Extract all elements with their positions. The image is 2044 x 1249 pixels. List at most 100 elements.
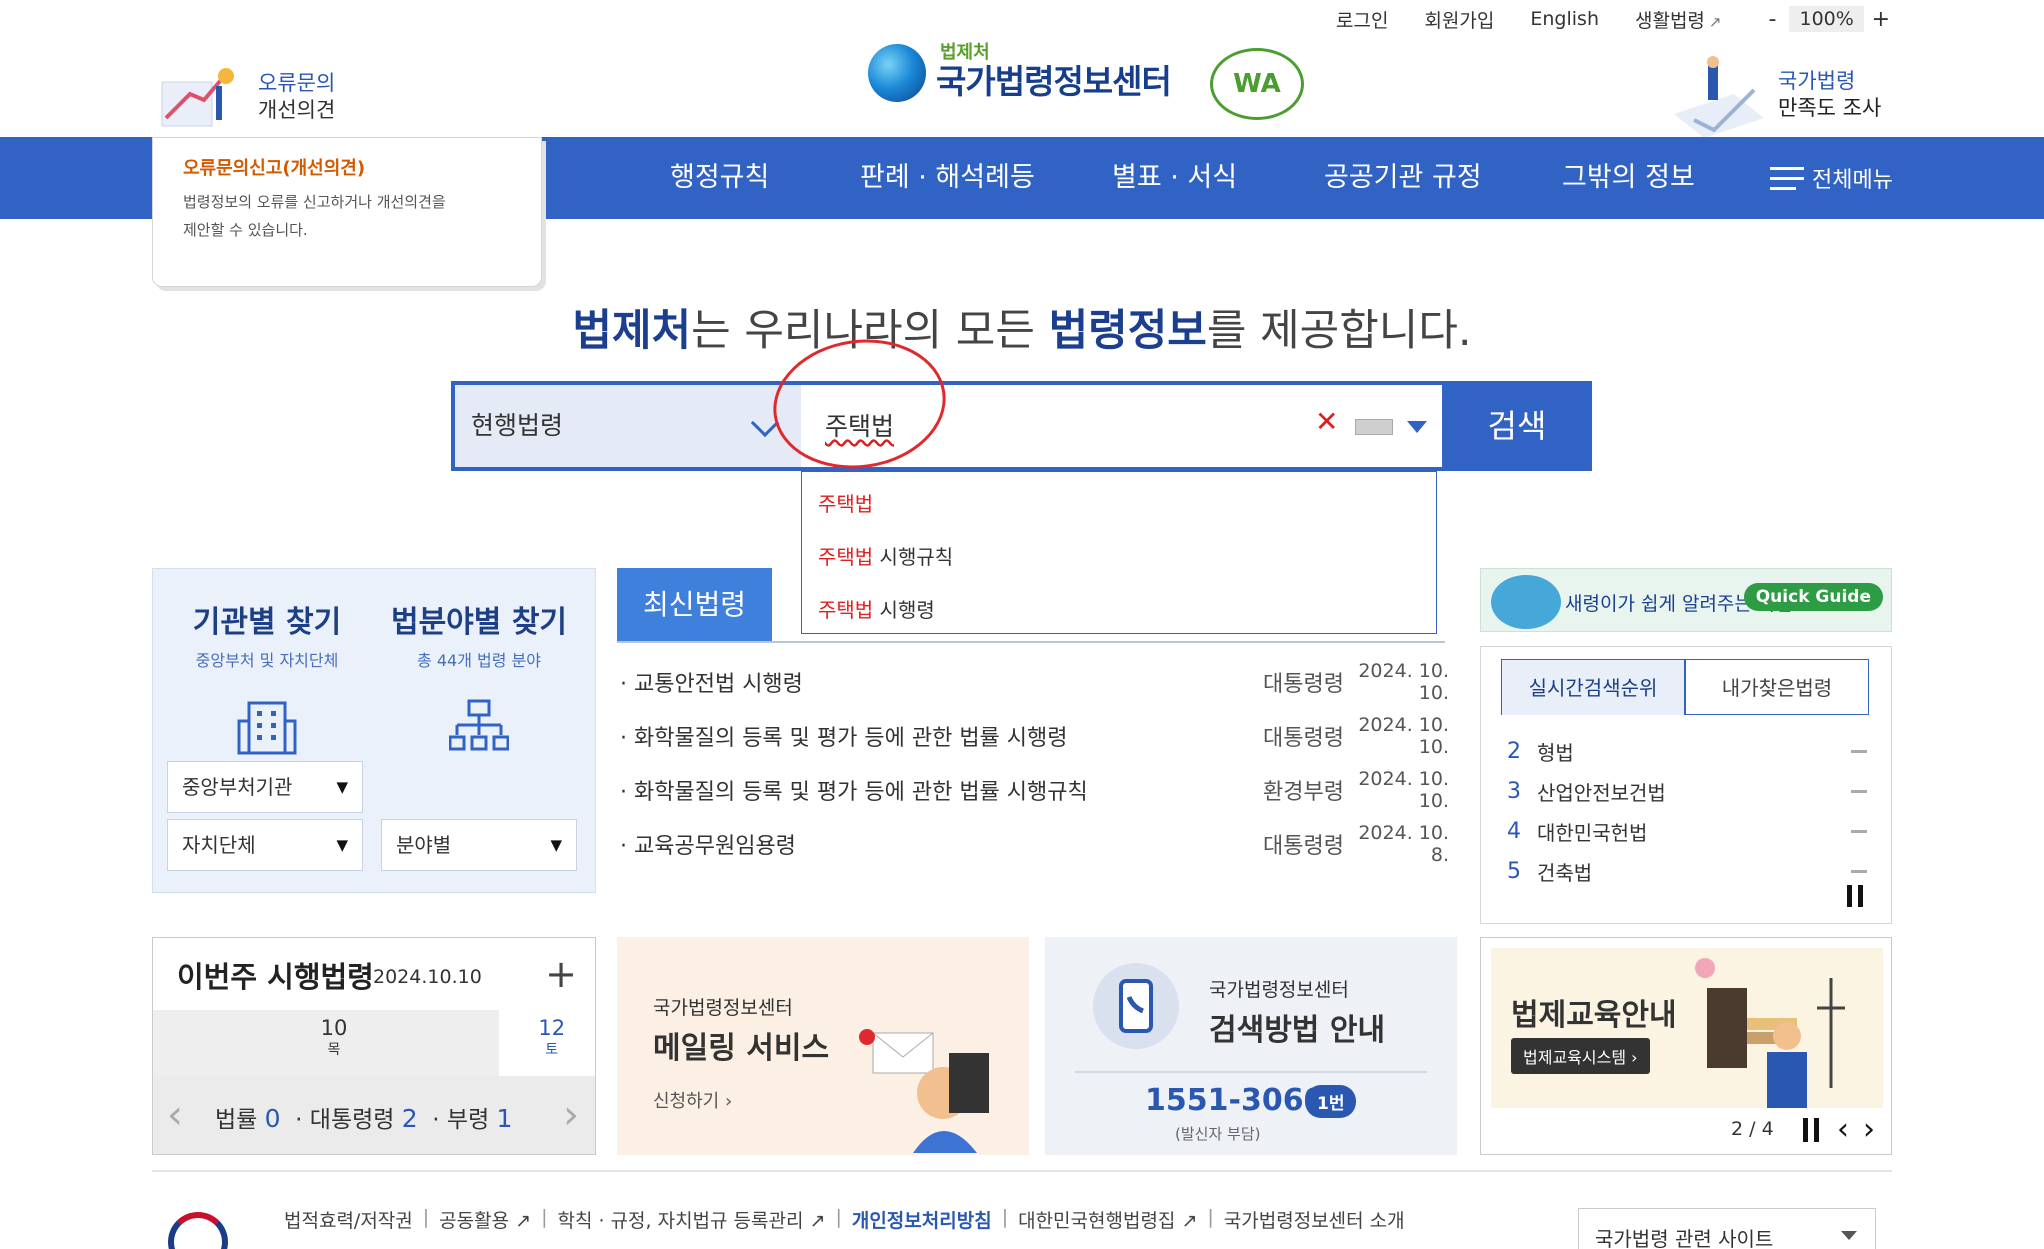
education-system-label: 법제교육시스템: [1523, 1048, 1627, 1067]
chevron-left-icon[interactable]: ‹: [1837, 1112, 1849, 1147]
this-week-date: 2024.10.10: [373, 966, 482, 988]
education-system-button[interactable]: 법제교육시스템 ›: [1511, 1038, 1650, 1074]
nav-public-rules[interactable]: 공공기관 규정: [1324, 137, 1482, 219]
external-link-icon: ↗: [515, 1210, 532, 1232]
mailing-apply-link[interactable]: 신청하기 ›: [653, 1087, 732, 1113]
legal-education-banner: 법제교육안내 법제교육시스템 › 2 / 4 ‹ ›: [1480, 937, 1892, 1155]
survey-text: 국가법령 만족도 조사: [1778, 68, 1881, 122]
footer-link-label: 공동활용: [439, 1210, 510, 1232]
footer-link-privacy[interactable]: 개인정보처리방침: [852, 1206, 992, 1233]
english-link[interactable]: English: [1530, 8, 1599, 30]
law-title-text: 교통안전법 시행령: [634, 672, 803, 697]
building-icon: [237, 701, 297, 755]
clear-icon[interactable]: ✕: [1315, 405, 1338, 438]
footer-link-about[interactable]: 국가법령정보센터 소개: [1224, 1206, 1405, 1233]
logo-title: 국가법령정보센터: [936, 62, 1172, 101]
list-item[interactable]: · 교육공무원임용령 대통령령 2024. 10. 8.: [620, 817, 1450, 871]
search-bar: 현행법령 주택법 ✕ 검색: [451, 381, 1592, 471]
tab-my-laws[interactable]: 내가찾은법령: [1685, 659, 1869, 715]
error-report-tooltip: 오류문의신고(개선의견) 법령정보의 오류를 신고하거나 개선의견을 제안할 수…: [152, 137, 542, 287]
footer-link-copyright[interactable]: 법적효력/저작권: [284, 1206, 413, 1233]
all-menu-label: 전체메뉴: [1812, 168, 1893, 193]
ranking-item[interactable]: 5 건축법: [1507, 851, 1867, 891]
life-law-link[interactable]: 생활법령 ↗: [1635, 6, 1722, 33]
ranking-item[interactable]: 4 대한민국헌법: [1507, 811, 1867, 851]
footer-link-registration[interactable]: 학칙 · 규정, 자치법규 등록관리 ↗: [557, 1206, 825, 1233]
suggestion-rest: 시행규칙: [873, 545, 954, 569]
nav-other-info[interactable]: 그밖의 정보: [1562, 137, 1695, 219]
field-select-value: 분야별: [396, 833, 452, 857]
agency-finder[interactable]: 기관별 찾기 중앙부처 및 자치단체: [167, 597, 367, 761]
chevron-down-icon: [1841, 1231, 1857, 1240]
pres-label: 대통령령: [309, 1107, 395, 1133]
law-title: · 화학물질의 등록 및 평가 등에 관한 법률 시행규칙: [620, 780, 1088, 805]
all-menu-button[interactable]: 전체메뉴: [1770, 137, 1893, 219]
day-item[interactable]: 12 토: [516, 1010, 587, 1072]
phone-icon: [1093, 963, 1179, 1049]
hierarchy-icon: [448, 699, 510, 751]
zoom-in-button[interactable]: +: [1870, 7, 1892, 32]
chevron-left-icon[interactable]: ‹: [167, 1092, 183, 1138]
error-report-line1: 오류문의: [258, 71, 336, 95]
rank-change-icon: [1851, 829, 1867, 833]
rank-change-icon: [1851, 869, 1867, 873]
chevron-right-icon[interactable]: ›: [563, 1092, 579, 1138]
satisfaction-survey-link[interactable]: 국가법령 만족도 조사: [1662, 50, 1892, 140]
list-item[interactable]: · 화학물질의 등록 및 평가 등에 관한 법률 시행령 대통령령 2024. 10…: [620, 709, 1450, 763]
headline-text2: 를 제공합니다.: [1206, 306, 1472, 356]
nav-precedents[interactable]: 판례 · 해석례등: [860, 137, 1035, 219]
quick-guide-badge: Quick Guide: [1743, 583, 1883, 611]
nav-admin-rules[interactable]: 행정규칙: [670, 137, 769, 219]
central-agency-select[interactable]: 중앙부처기관 ▼: [167, 761, 363, 813]
ranking-item[interactable]: 3 산업안전보건법: [1507, 771, 1867, 811]
guide-extension-badge: 1번: [1305, 1085, 1357, 1118]
slide-counter: 2 / 4: [1731, 1118, 1774, 1140]
suggestion-item[interactable]: 주택법: [802, 480, 1436, 533]
search-guide-banner[interactable]: 국가법령정보센터 검색방법 안내 1551-3060 1번 (발신자 부담): [1045, 937, 1457, 1155]
ranking-item[interactable]: 2 형법: [1507, 731, 1867, 771]
latest-laws-tabs: 최신법령: [617, 568, 1445, 642]
pause-icon[interactable]: [1847, 885, 1863, 907]
tab-live-ranking[interactable]: 실시간검색순위: [1501, 659, 1685, 715]
footer-link-current-laws[interactable]: 대한민국현행법령집 ↗: [1018, 1206, 1197, 1233]
search-scope-value: 현행법령: [471, 411, 564, 440]
mailing-service-banner[interactable]: 국가법령정보센터 메일링 서비스 신청하기 ›: [617, 937, 1029, 1155]
footer-link-shared-use[interactable]: 공동활용 ↗: [439, 1206, 531, 1233]
login-link[interactable]: 로그인: [1336, 6, 1388, 33]
tooltip-line1: 법령정보의 오류를 신고하거나 개선의견을: [183, 193, 446, 211]
footer-separator: |: [541, 1206, 548, 1228]
chevron-right-icon[interactable]: ›: [1863, 1112, 1875, 1147]
mail-illustration: [859, 1029, 989, 1153]
field-finder-subtitle: 총 44개 법령 분야: [417, 651, 541, 670]
more-plus-icon[interactable]: +: [545, 952, 577, 996]
min-count: 1: [496, 1104, 513, 1133]
list-item[interactable]: · 화학물질의 등록 및 평가 등에 관한 법률 시행규칙 환경부령 2024. 1…: [620, 763, 1450, 817]
related-sites-select[interactable]: 국가법령 관련 사이트: [1578, 1208, 1876, 1249]
nav-forms[interactable]: 별표 · 서식: [1112, 137, 1237, 219]
search-button[interactable]: 검색: [1442, 381, 1592, 471]
signup-link[interactable]: 회원가입: [1424, 6, 1494, 33]
zoom-out-button[interactable]: -: [1761, 7, 1783, 32]
tab-latest-laws[interactable]: 최신법령: [617, 568, 772, 642]
day-number: 12: [538, 1016, 566, 1040]
footer-separator: |: [422, 1206, 430, 1228]
mailing-apply-label: 신청하기: [653, 1091, 720, 1112]
week-days: 6일 7월 8화 9수 10목 11금 12토: [153, 1010, 597, 1092]
day-weekday: 목: [327, 1042, 341, 1058]
external-link-icon: ↗: [1181, 1210, 1198, 1232]
keyboard-icon[interactable]: [1355, 419, 1393, 435]
list-item[interactable]: · 교통안전법 시행령 대통령령 2024. 10. 10.: [620, 655, 1450, 709]
headline-bold1: 법제처: [572, 306, 692, 356]
field-finder[interactable]: 법분야별 찾기 총 44개 법령 분야: [379, 597, 579, 761]
autocomplete-toggle-icon[interactable]: [1407, 421, 1427, 433]
footer-separator: |: [1001, 1206, 1009, 1228]
local-gov-select[interactable]: 자치단체 ▼: [167, 819, 363, 871]
search-scope-select[interactable]: 현행법령: [455, 385, 801, 467]
pause-icon[interactable]: [1803, 1118, 1819, 1142]
external-link-icon: ↗: [1708, 12, 1722, 31]
error-report-link[interactable]: 오류문의 개선의견: [150, 50, 370, 130]
site-logo[interactable]: 법제처 국가법령정보센터: [868, 44, 1172, 102]
quick-guide-banner[interactable]: 새령이가 쉽게 알려주는 국법 Quick Guide: [1480, 568, 1892, 632]
field-select[interactable]: 분야별 ▼: [381, 819, 577, 871]
guide-subtitle: 국가법령정보센터: [1209, 979, 1349, 1001]
